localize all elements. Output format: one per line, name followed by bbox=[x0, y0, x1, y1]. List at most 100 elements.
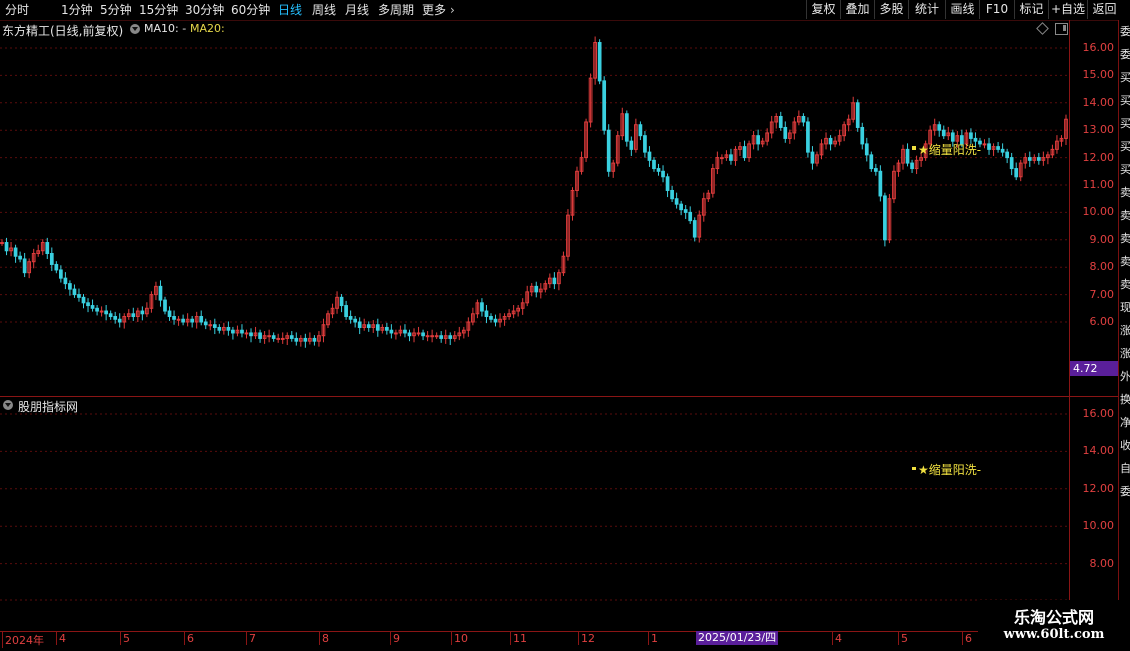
tab-multi-period[interactable]: 多周期 bbox=[378, 2, 414, 18]
restore-rights-button[interactable]: 复权 bbox=[806, 0, 840, 19]
price-tick: 14.00 bbox=[1082, 95, 1115, 109]
candle bbox=[778, 111, 783, 131]
tab-daily[interactable]: 日线 bbox=[278, 2, 302, 18]
candle bbox=[308, 332, 312, 345]
back-button[interactable]: 返回 bbox=[1087, 0, 1121, 19]
candle bbox=[217, 324, 222, 334]
candle bbox=[145, 302, 149, 318]
candle bbox=[489, 313, 493, 323]
tab-weekly[interactable]: 周线 bbox=[312, 2, 336, 18]
f10-button[interactable]: F10 bbox=[979, 0, 1014, 19]
candle bbox=[430, 329, 434, 343]
price-tick: 13.00 bbox=[1082, 123, 1115, 137]
candle bbox=[656, 163, 661, 176]
candle bbox=[40, 239, 45, 256]
candle bbox=[597, 39, 602, 85]
statistics-button[interactable]: 统计 bbox=[908, 0, 945, 19]
candle bbox=[267, 329, 271, 343]
candle bbox=[715, 151, 720, 175]
tab-1min[interactable]: 1分钟 bbox=[61, 2, 93, 18]
add-watchlist-button[interactable]: +自选 bbox=[1048, 0, 1087, 19]
candle bbox=[1041, 151, 1046, 166]
tab-realtime[interactable]: 分时 bbox=[5, 2, 29, 18]
date-tick: 6 bbox=[184, 632, 194, 645]
tab-60min[interactable]: 60分钟 bbox=[231, 2, 270, 18]
candle bbox=[833, 136, 837, 148]
candle bbox=[317, 331, 321, 347]
quote-panel-strip: 委委买买买买买卖卖卖卖卖现涨涨外换净收自委 bbox=[1118, 20, 1130, 650]
stock-title: 东方精工(日线,前复权) bbox=[2, 24, 124, 38]
quote-label: 外 bbox=[1120, 370, 1130, 383]
quote-label: 卖 bbox=[1120, 232, 1130, 245]
candle bbox=[946, 126, 951, 141]
date-tick: 4 bbox=[832, 632, 842, 645]
chevron-down-icon[interactable] bbox=[130, 24, 140, 34]
multi-stock-button[interactable]: 多股 bbox=[874, 0, 908, 19]
candle bbox=[543, 280, 548, 293]
draw-line-button[interactable]: 画线 bbox=[945, 0, 979, 19]
tab-5min[interactable]: 5分钟 bbox=[100, 2, 132, 18]
candle bbox=[4, 237, 9, 256]
candle bbox=[511, 305, 516, 319]
candle bbox=[901, 144, 905, 170]
mark-button[interactable]: 标记 bbox=[1014, 0, 1048, 19]
date-axis: 2024年456789101112123456 bbox=[0, 631, 1070, 650]
candle bbox=[231, 326, 235, 340]
price-tick: 10.00 bbox=[1082, 205, 1115, 219]
candle bbox=[634, 118, 638, 153]
candle bbox=[697, 210, 702, 243]
price-tick: 11.00 bbox=[1082, 178, 1115, 191]
candle bbox=[357, 317, 362, 335]
overlay-button[interactable]: 叠加 bbox=[840, 0, 874, 19]
candle bbox=[982, 139, 987, 149]
tab-more[interactable]: 更多 bbox=[422, 2, 446, 18]
candle bbox=[883, 192, 887, 247]
chevron-right-icon[interactable]: › bbox=[450, 2, 455, 18]
candle bbox=[31, 248, 36, 269]
candle bbox=[172, 310, 176, 325]
candle bbox=[362, 318, 367, 331]
candle bbox=[1018, 159, 1023, 182]
candle bbox=[199, 310, 204, 326]
candle bbox=[570, 187, 575, 221]
sub-grid bbox=[0, 413, 1069, 601]
candle bbox=[765, 128, 770, 146]
candle bbox=[36, 244, 41, 257]
date-tick: 5 bbox=[898, 632, 908, 645]
candle bbox=[253, 326, 258, 339]
candle bbox=[1064, 114, 1068, 145]
quote-label: 涨 bbox=[1120, 347, 1130, 360]
candle bbox=[280, 332, 285, 344]
candle bbox=[720, 154, 724, 165]
candle bbox=[185, 313, 190, 327]
candle bbox=[507, 309, 511, 320]
candle bbox=[249, 328, 253, 343]
kline-chart[interactable]: ★缩量阳洗- ★缩量阳洗- bbox=[0, 20, 1070, 651]
candle bbox=[434, 332, 439, 339]
tab-15min[interactable]: 15分钟 bbox=[139, 2, 178, 18]
quote-label: 卖 bbox=[1120, 255, 1130, 268]
candle bbox=[547, 273, 552, 289]
candle bbox=[661, 165, 665, 183]
candle bbox=[22, 252, 27, 278]
panel-divider bbox=[0, 396, 1118, 397]
tab-monthly[interactable]: 月线 bbox=[345, 2, 369, 18]
candle bbox=[760, 137, 765, 148]
candle bbox=[606, 124, 611, 177]
current-price-badge: 4.72 bbox=[1070, 361, 1118, 376]
candle bbox=[783, 121, 788, 143]
candle bbox=[240, 324, 244, 338]
date-tick: 12 bbox=[578, 632, 595, 645]
candle bbox=[729, 148, 733, 165]
candle bbox=[837, 129, 842, 146]
candle bbox=[68, 280, 72, 296]
tab-30min[interactable]: 30分钟 bbox=[185, 2, 224, 18]
window-toggle-icon[interactable] bbox=[1055, 23, 1068, 35]
quote-label: 委 bbox=[1120, 25, 1130, 38]
candle bbox=[9, 241, 13, 257]
candle bbox=[629, 136, 634, 156]
candle bbox=[1000, 143, 1005, 157]
candle bbox=[285, 332, 290, 346]
chevron-down-icon[interactable] bbox=[3, 400, 13, 410]
candle bbox=[135, 307, 140, 322]
